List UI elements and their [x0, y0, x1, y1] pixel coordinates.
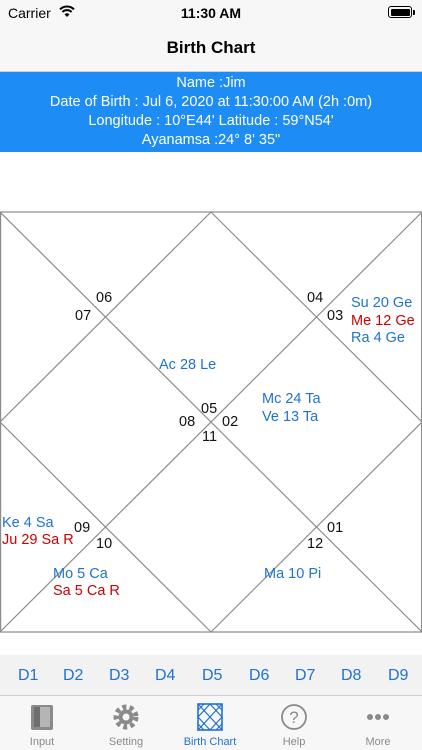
house-number-07: 07 — [75, 308, 92, 324]
planet-saturn: Sa 5 Ca R — [53, 583, 120, 599]
tab-d9[interactable]: D9 — [388, 667, 408, 685]
planet-mars: Ma 10 Pi — [264, 566, 322, 582]
chart-grid-icon — [197, 703, 223, 731]
house-number-03: 03 — [327, 308, 344, 324]
house-number-10: 10 — [96, 536, 113, 552]
tab-birth-chart[interactable]: Birth Chart — [168, 702, 252, 748]
coords-line: Longitude : 10°E44' Latitude : 59°N54' — [88, 113, 334, 129]
help-icon: ? — [281, 704, 307, 730]
tab-d7[interactable]: D7 — [295, 667, 315, 685]
tab-input-label: Input — [29, 736, 55, 748]
more-dots-icon — [367, 714, 389, 720]
book-icon — [31, 705, 53, 730]
house-number-08: 08 — [179, 414, 196, 430]
status-time: 11:30 AM — [180, 5, 242, 21]
name-line: Name :Jim — [176, 75, 246, 91]
birth-info-panel: Name :Jim Date of Birth : Jul 6, 2020 at… — [0, 72, 422, 152]
tab-setting[interactable]: Setting — [84, 702, 168, 748]
svg-text:?: ? — [289, 708, 298, 727]
tab-d1[interactable]: D1 — [18, 667, 38, 685]
house-number-04: 04 — [307, 290, 324, 306]
house-number-09: 09 — [74, 520, 91, 536]
gear-icon — [113, 704, 139, 730]
ayanamsa-line: Ayanamsa :24° 8' 35" — [141, 132, 281, 148]
planet-ascendant: Ac 28 Le — [159, 357, 217, 373]
battery-icon — [388, 6, 412, 18]
tab-help-label: Help — [282, 736, 306, 748]
tab-more[interactable]: More — [336, 702, 420, 748]
tab-help[interactable]: ? Help — [252, 702, 336, 748]
status-bar: Carrier 11:30 AM — [0, 0, 422, 26]
planet-ketu: Ke 4 Sa — [2, 515, 54, 531]
tab-d5[interactable]: D5 — [202, 667, 222, 685]
navigation-bar: Birth Chart — [0, 26, 422, 72]
house-number-06: 06 — [96, 290, 113, 306]
bottom-tab-bar: Input Setting Birth Chart ? Help More — [0, 695, 422, 750]
tab-more-label: More — [365, 736, 391, 748]
house-number-12: 12 — [307, 536, 324, 552]
divisional-chart-tabs: D1 D2 D3 D4 D5 D6 D7 D8 D9 — [0, 655, 422, 695]
house-number-01: 01 — [327, 520, 344, 536]
tab-d2[interactable]: D2 — [63, 667, 83, 685]
planet-sun: Su 20 Ge — [351, 295, 413, 311]
battery-tip — [413, 10, 415, 15]
tab-setting-label: Setting — [108, 736, 144, 748]
tab-d3[interactable]: D3 — [109, 667, 129, 685]
house-number-05: 05 — [201, 401, 218, 417]
planet-moon: Mo 5 Ca — [53, 566, 108, 582]
tab-d4[interactable]: D4 — [155, 667, 175, 685]
planet-jupiter: Ju 29 Sa R — [2, 532, 74, 548]
planet-mercury: Me 12 Ge — [351, 313, 415, 329]
tab-input[interactable]: Input — [0, 702, 84, 748]
tab-d6[interactable]: D6 — [249, 667, 269, 685]
dob-line: Date of Birth : Jul 6, 2020 at 11:30:00 … — [49, 94, 373, 110]
house-number-02: 02 — [222, 414, 239, 430]
planet-midheaven: Mc 24 Ta — [262, 391, 321, 407]
house-number-11: 11 — [202, 429, 218, 445]
birth-chart-area[interactable]: 06 07 04 03 05 08 02 11 09 10 01 12 Su 2… — [0, 152, 422, 655]
tab-d8[interactable]: D8 — [341, 667, 361, 685]
planet-venus: Ve 13 Ta — [262, 409, 319, 425]
page-title: Birth Chart — [166, 38, 256, 57]
planet-rahu: Ra 4 Ge — [351, 330, 405, 346]
tab-birth-chart-label: Birth Chart — [183, 736, 237, 748]
